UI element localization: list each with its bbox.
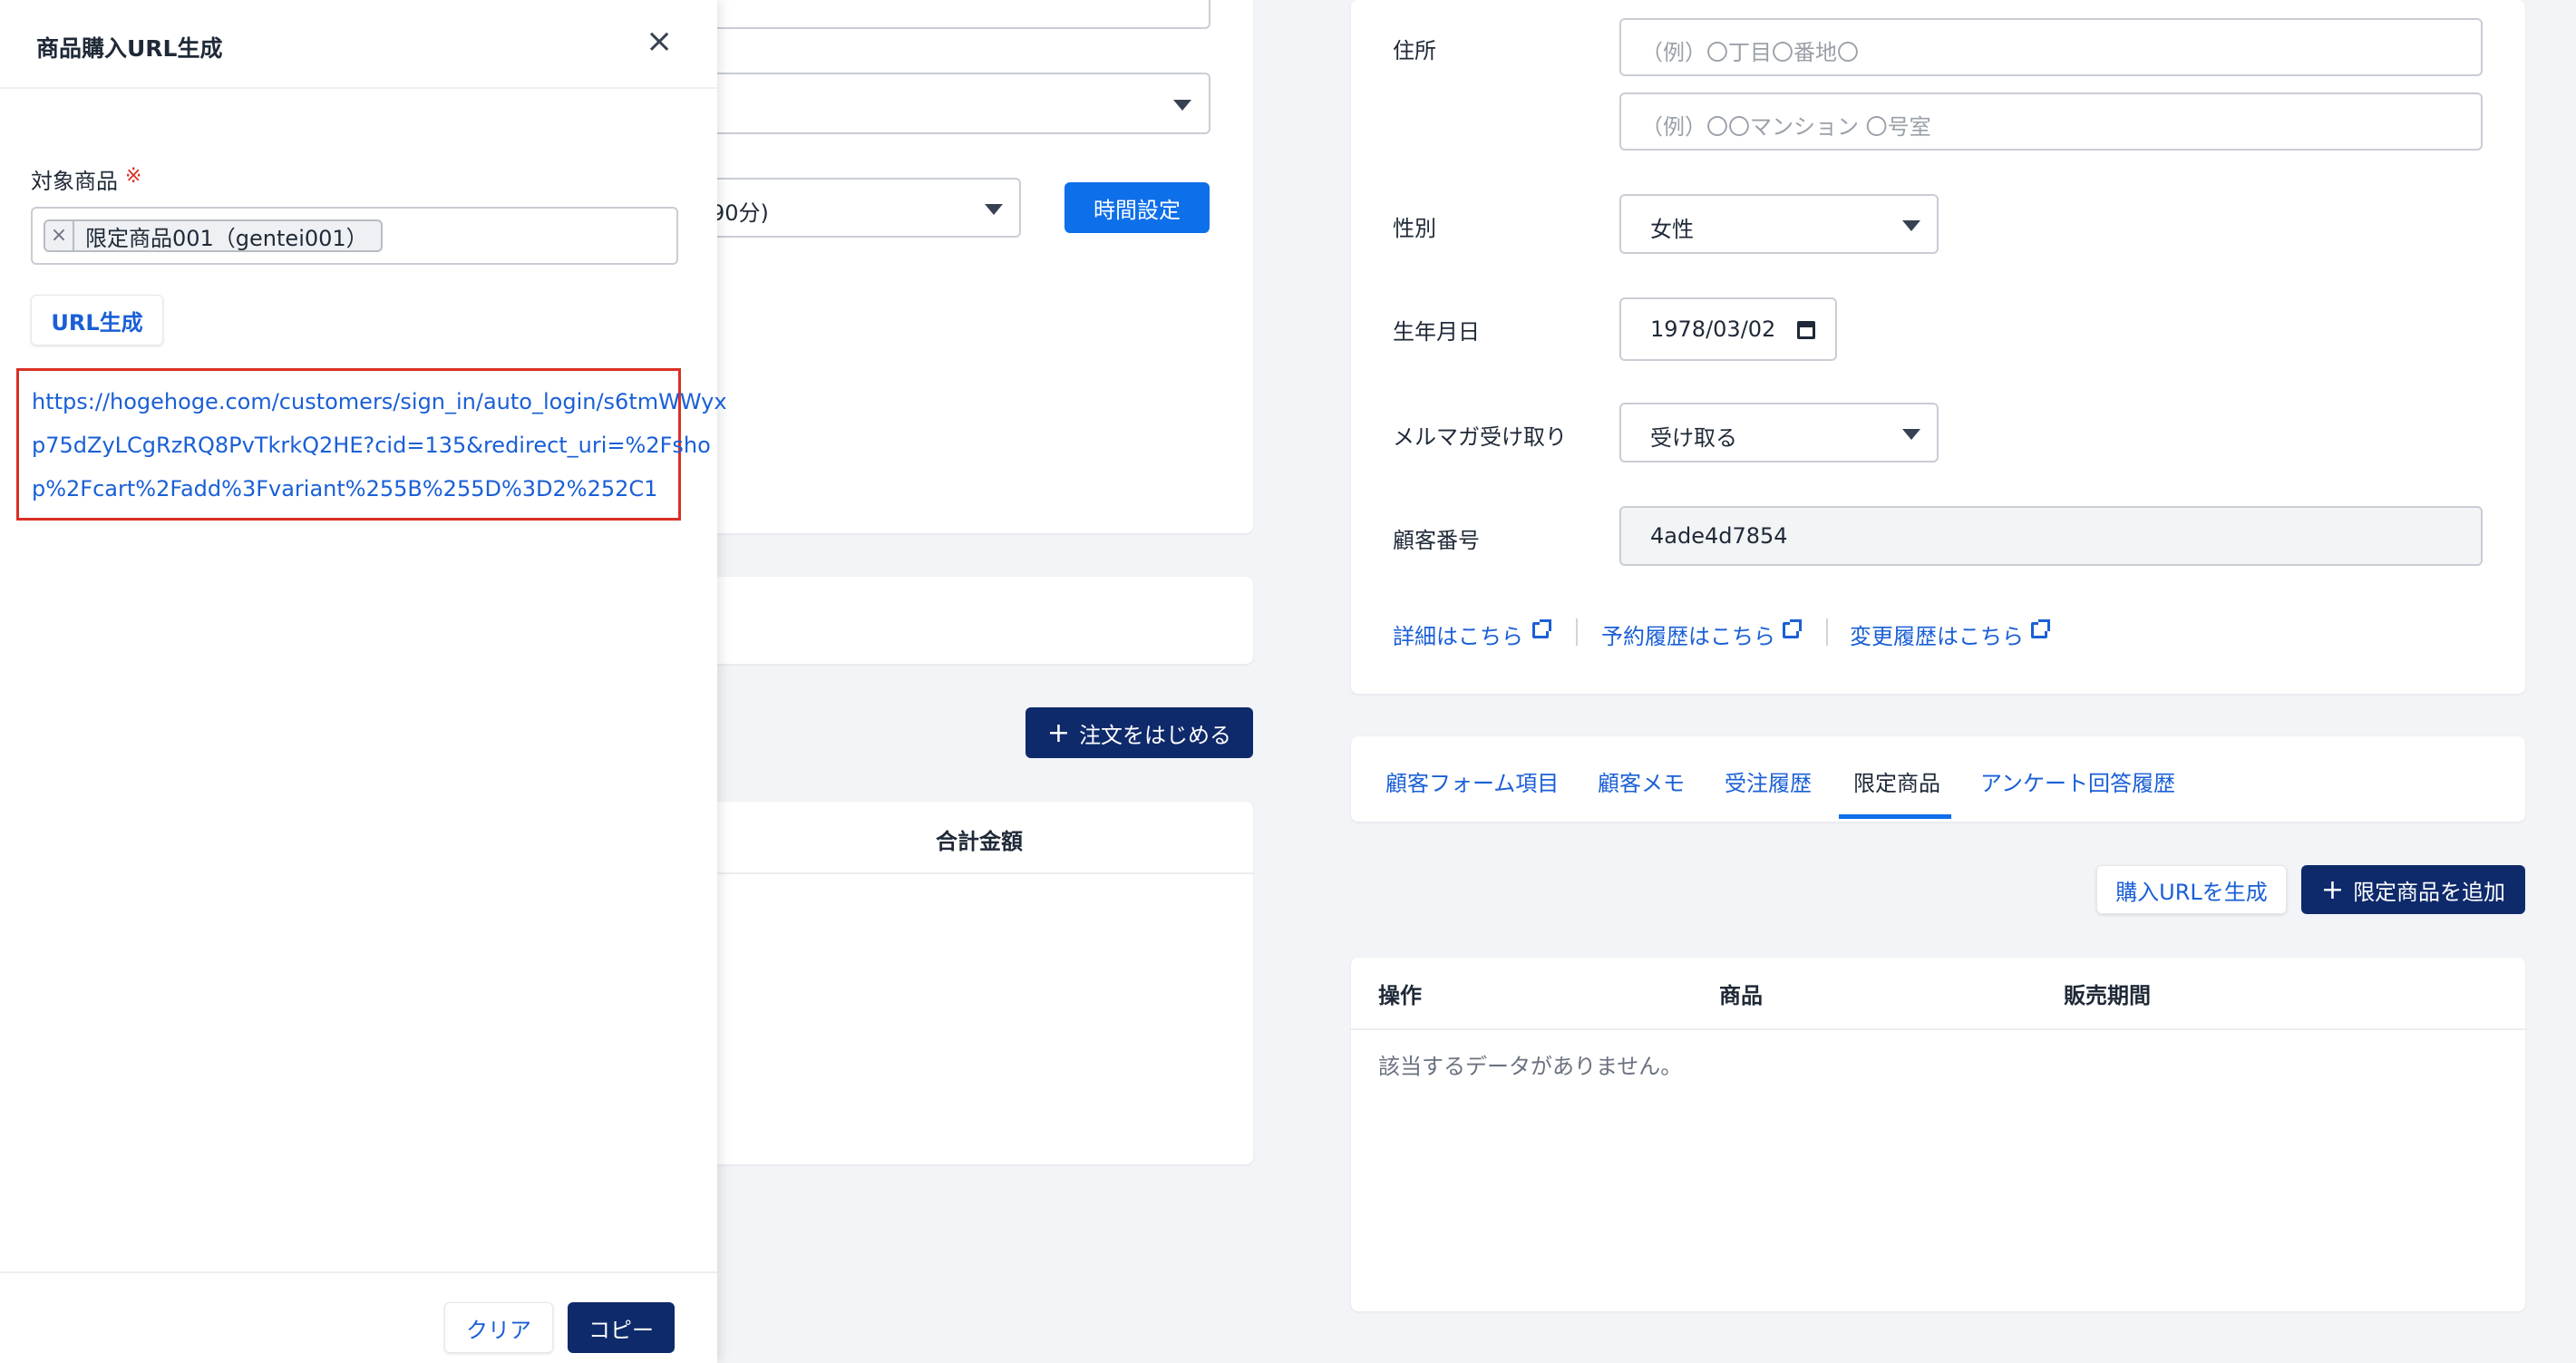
selected-product-tag: × 限定商品001（gentei001）: [44, 219, 383, 252]
limited-products-table: 操作 商品 販売期間 該当するデータがありません。: [1351, 958, 2525, 1311]
tab-customer-memo[interactable]: 顧客メモ: [1598, 765, 1685, 797]
gender-value: 女性: [1650, 217, 1694, 242]
chevron-down-icon: [1902, 429, 1920, 440]
address-line2-placeholder: （例）〇〇マンション 〇号室: [1641, 114, 1931, 140]
plus-icon: +: [2320, 873, 2345, 906]
order-table-card: 合計金額: [689, 802, 1253, 1164]
external-link-icon: [1532, 619, 1551, 638]
tab-survey-history[interactable]: アンケート回答履歴: [1980, 765, 2175, 797]
time-select-value: 90分): [711, 200, 769, 226]
active-tab-indicator: [1839, 814, 1951, 819]
add-limited-product-button[interactable]: + 限定商品を追加: [2301, 865, 2525, 914]
target-product-select[interactable]: × 限定商品001（gentei001）: [31, 207, 678, 265]
plus-icon: +: [1046, 716, 1071, 749]
newsletter-label: メルマガ受け取り: [1393, 424, 1567, 450]
divider: [689, 872, 1253, 874]
empty-message: 該当するデータがありません。: [1378, 1054, 1683, 1079]
calendar-icon[interactable]: [1797, 321, 1815, 339]
address-line2-input[interactable]: （例）〇〇マンション 〇号室: [1619, 92, 2483, 151]
close-icon[interactable]: ×: [646, 25, 673, 58]
column-sale-period: 販売期間: [2064, 983, 2151, 1008]
newsletter-select[interactable]: 受け取る: [1619, 403, 1939, 462]
address-line1-input[interactable]: （例）〇丁目〇番地〇: [1619, 18, 2483, 76]
time-select[interactable]: 90分): [689, 178, 1021, 238]
address-line1-placeholder: （例）〇丁目〇番地〇: [1641, 40, 1859, 65]
customer-number-field: 4ade4d7854: [1619, 506, 2483, 566]
url-generate-button[interactable]: URL生成: [31, 295, 163, 346]
chevron-down-icon: [1173, 100, 1191, 111]
birthday-label: 生年月日: [1393, 319, 1480, 345]
address-label: 住所: [1393, 38, 1436, 63]
external-link-icon: [2031, 619, 2050, 638]
link-separator: [1576, 618, 1578, 646]
add-limited-product-label: 限定商品を追加: [2353, 879, 2506, 905]
generated-url-box: https://hogehoge.com/customers/sign_in/a…: [16, 368, 727, 521]
clear-button[interactable]: クリア: [444, 1302, 553, 1353]
drawer-footer-divider: [0, 1271, 717, 1273]
time-setting-button[interactable]: 時間設定: [1064, 182, 1210, 233]
generated-url-line-3[interactable]: p%2Fcart%2Fadd%3Fvariant%255B%255D%3D2%2…: [32, 476, 657, 501]
bg-card-2: [689, 577, 1253, 664]
tab-customer-form[interactable]: 顧客フォーム項目: [1385, 765, 1559, 797]
change-history-link[interactable]: 変更履歴はこちら: [1850, 618, 2024, 650]
drawer-title: 商品購入URL生成: [36, 35, 223, 62]
link-separator: [1826, 618, 1828, 646]
drawer-header-divider: [0, 87, 717, 89]
generated-url-line-2[interactable]: p75dZyLCgRzRQ8PvTkrkQ2HE?cid=135&redirec…: [32, 433, 711, 458]
customer-number-value: 4ade4d7854: [1650, 523, 1788, 549]
copy-button[interactable]: コピー: [568, 1302, 675, 1353]
reservation-history-link[interactable]: 予約履歴はこちら: [1601, 618, 1775, 650]
bg-select-1[interactable]: [689, 73, 1210, 134]
url-generator-drawer: 商品購入URL生成 × 対象商品 ※ × 限定商品001（gentei001） …: [0, 0, 727, 1363]
gender-label: 性別: [1393, 216, 1436, 241]
chevron-down-icon: [1902, 220, 1920, 231]
birthday-value: 1978/03/02: [1650, 316, 1776, 342]
newsletter-value: 受け取る: [1650, 425, 1737, 451]
target-product-label: 対象商品: [31, 169, 118, 194]
start-order-button[interactable]: + 注文をはじめる: [1026, 707, 1253, 758]
customer-number-label: 顧客番号: [1393, 528, 1480, 553]
required-mark: ※: [125, 165, 142, 188]
column-product: 商品: [1719, 983, 1763, 1008]
tab-limited-products[interactable]: 限定商品: [1853, 765, 1940, 797]
birthday-input[interactable]: 1978/03/02: [1619, 297, 1837, 361]
column-operation: 操作: [1378, 983, 1422, 1008]
remove-tag-icon[interactable]: ×: [45, 221, 74, 250]
chevron-down-icon: [985, 204, 1003, 215]
generated-url-line-1[interactable]: https://hogehoge.com/customers/sign_in/a…: [32, 389, 727, 414]
details-link[interactable]: 詳細はこちら: [1393, 618, 1523, 650]
generate-purchase-url-button[interactable]: 購入URLを生成: [2096, 865, 2287, 914]
tab-order-history[interactable]: 受注履歴: [1725, 765, 1812, 797]
start-order-label: 注文をはじめる: [1079, 722, 1232, 748]
external-link-icon: [1783, 619, 1802, 638]
divider: [1351, 1028, 2525, 1030]
gender-select[interactable]: 女性: [1619, 194, 1939, 254]
selected-product-tag-label: 限定商品001（gentei001）: [85, 225, 368, 251]
column-total: 合計金額: [936, 829, 1023, 854]
bg-input-top[interactable]: [689, 0, 1210, 29]
